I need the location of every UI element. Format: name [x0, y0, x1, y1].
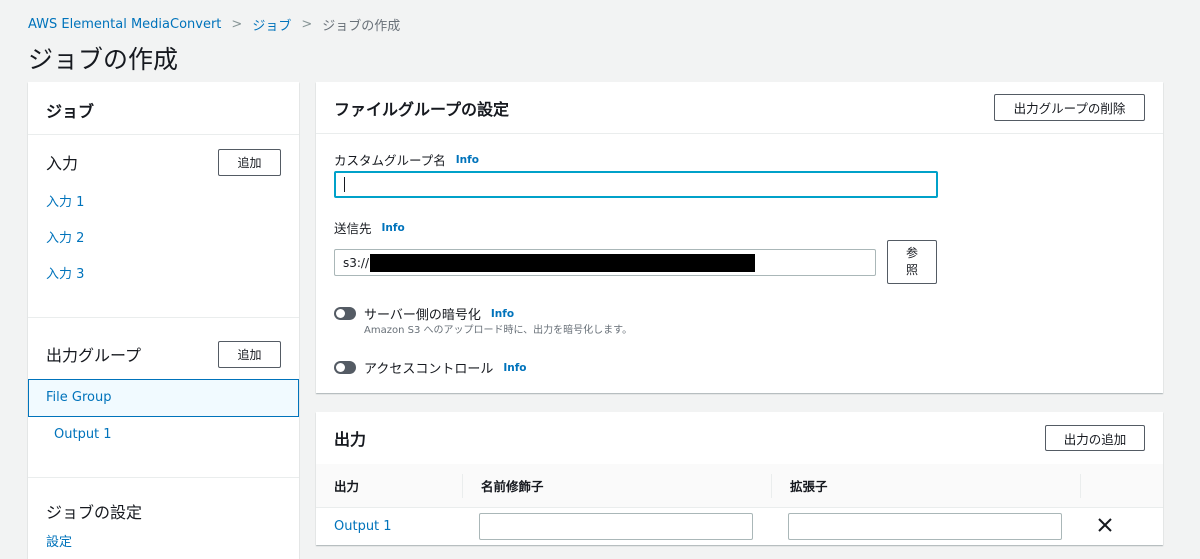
add-output-button[interactable]: 出力の追加 — [1045, 425, 1145, 451]
destination-label-text: 送信先 — [334, 221, 372, 236]
custom-group-name-label: カスタムグループ名 Info — [334, 150, 479, 169]
nav-settings[interactable]: 設定 — [28, 529, 299, 557]
column-actions — [1080, 473, 1163, 498]
column-extension: 拡張子 — [771, 473, 1080, 498]
output-groups-section-header: 出力グループ 追加 — [28, 340, 299, 368]
column-name-modifier: 名前修飾子 — [462, 473, 771, 498]
output-row-link[interactable]: Output 1 — [316, 519, 462, 534]
page-title: ジョブの作成 — [28, 45, 179, 74]
column-output: 出力 — [334, 479, 360, 494]
encryption-toggle[interactable] — [334, 307, 356, 320]
text-cursor — [344, 177, 345, 192]
destination-input[interactable]: s3:// — [334, 249, 876, 276]
inputs-title: 入力 — [46, 154, 79, 173]
destination-label: 送信先 Info — [334, 218, 405, 237]
nav-output-1[interactable]: Output 1 — [28, 417, 299, 453]
outputs-panel: 出力 出力の追加 出力 名前修飾子 拡張子 Output 1 — [316, 412, 1163, 545]
add-input-button[interactable]: 追加 — [218, 148, 281, 176]
file-group-panel-title: ファイルグループの設定 — [334, 99, 510, 119]
output-groups-title: 出力グループ — [46, 346, 142, 365]
access-control-toggle-row: アクセスコントロール Info — [334, 358, 527, 377]
outputs-panel-title: 出力 — [334, 430, 367, 449]
job-navigation-panel: ジョブ 入力 追加 入力 1 入力 2 入力 3 出力グループ 追加 File … — [28, 82, 299, 559]
custom-group-name-input[interactable] — [334, 171, 938, 198]
custom-group-name-label-text: カスタムグループ名 — [334, 153, 446, 168]
table-row: Output 1 — [316, 508, 1163, 544]
redacted-bucket-path — [370, 253, 756, 272]
close-icon[interactable] — [1098, 517, 1112, 532]
access-control-info-link[interactable]: Info — [503, 362, 526, 374]
breadcrumb-current: ジョブの作成 — [322, 19, 401, 34]
destination-info-link[interactable]: Info — [382, 222, 405, 234]
nav-file-group[interactable]: File Group — [28, 379, 299, 417]
encryption-description: Amazon S3 へのアップロード時に、出力を暗号化します。 — [364, 325, 633, 336]
job-settings-title: ジョブの設定 — [46, 503, 143, 522]
job-panel-title: ジョブ — [28, 82, 299, 135]
nav-input-1[interactable]: 入力 1 — [28, 185, 299, 221]
breadcrumb: AWS Elemental MediaConvert > ジョブ > ジョブの作… — [28, 15, 400, 34]
nav-input-3[interactable]: 入力 3 — [28, 257, 299, 293]
name-modifier-input[interactable] — [479, 512, 753, 540]
breadcrumb-mediaconvert[interactable]: AWS Elemental MediaConvert — [28, 17, 221, 32]
destination-value: s3:// — [343, 255, 370, 270]
file-group-settings-panel: ファイルグループの設定 出力グループの削除 カスタムグループ名 Info 送信先… — [316, 82, 1163, 393]
custom-group-name-info-link[interactable]: Info — [456, 154, 479, 166]
access-control-label: アクセスコントロール — [364, 362, 494, 377]
chevron-right-icon: > — [301, 17, 313, 32]
encryption-info-link[interactable]: Info — [491, 308, 514, 320]
outputs-table-header: 出力 名前修飾子 拡張子 — [316, 464, 1163, 508]
browse-button[interactable]: 参照 — [887, 240, 937, 284]
job-settings-section-header: ジョブの設定 — [28, 499, 299, 523]
delete-output-group-button[interactable]: 出力グループの削除 — [994, 94, 1145, 121]
extension-input[interactable] — [788, 512, 1062, 540]
inputs-section-header: 入力 追加 — [28, 147, 299, 177]
outputs-panel-header: 出力 出力の追加 — [316, 412, 1163, 464]
chevron-right-icon: > — [231, 17, 243, 32]
add-output-group-button[interactable]: 追加 — [218, 340, 281, 368]
access-control-toggle[interactable] — [334, 361, 356, 374]
nav-input-2[interactable]: 入力 2 — [28, 221, 299, 257]
file-group-panel-header: ファイルグループの設定 出力グループの削除 — [316, 82, 1163, 134]
breadcrumb-jobs[interactable]: ジョブ — [252, 15, 291, 34]
